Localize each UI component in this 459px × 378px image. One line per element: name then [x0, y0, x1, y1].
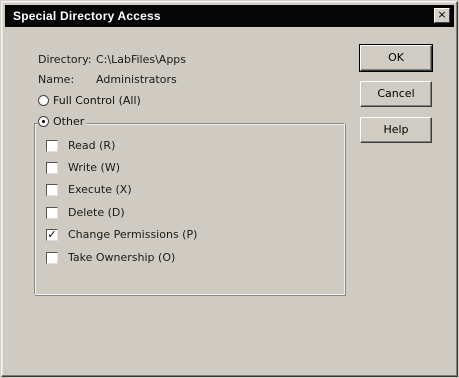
full-control-label: Full Control (All): [53, 94, 141, 107]
cancel-button[interactable]: Cancel: [360, 81, 432, 107]
name-row: Name: Administrators: [38, 73, 177, 86]
other-radio[interactable]: Other: [38, 115, 88, 128]
permission-execute-checkbox[interactable]: Execute (X): [46, 183, 132, 196]
permission-label: Execute (X): [68, 183, 132, 196]
other-label: Other: [53, 115, 85, 128]
title-bar[interactable]: Special Directory Access ×: [5, 5, 454, 27]
name-label: Name:: [38, 73, 75, 86]
ok-button[interactable]: OK: [359, 44, 433, 72]
directory-row: Directory: C:\LabFiles\Apps: [38, 53, 186, 66]
directory-label: Directory:: [38, 53, 92, 66]
close-icon: ×: [437, 8, 447, 21]
permission-delete-checkbox[interactable]: Delete (D): [46, 206, 125, 219]
permission-label: Write (W): [68, 161, 120, 174]
checkbox-icon: [46, 183, 58, 196]
permission-label: Delete (D): [68, 206, 125, 219]
permission-read-checkbox[interactable]: Read (R): [46, 139, 115, 152]
directory-value: C:\LabFiles\Apps: [96, 53, 187, 66]
special-directory-access-dialog: Special Directory Access × Directory: C:\…: [1, 1, 458, 377]
checkbox-icon: [46, 139, 58, 152]
permission-change-permissions-checkbox[interactable]: ✓ Change Permissions (P): [46, 228, 197, 241]
dialog-title: Special Directory Access: [13, 9, 161, 23]
checkmark-icon: ✓: [46, 227, 58, 241]
close-button[interactable]: ×: [434, 8, 450, 23]
checkbox-icon: [46, 206, 58, 219]
checkbox-icon: [46, 161, 58, 174]
permission-label: Read (R): [68, 139, 116, 152]
help-button[interactable]: Help: [360, 117, 432, 143]
permission-write-checkbox[interactable]: Write (W): [46, 161, 120, 174]
permission-label: Take Ownership (O): [68, 251, 176, 264]
full-control-radio-icon: [38, 95, 49, 106]
checkbox-icon: [46, 251, 58, 264]
permission-label: Change Permissions (P): [68, 228, 198, 241]
permission-take-ownership-checkbox[interactable]: Take Ownership (O): [46, 251, 175, 264]
other-radio-icon: [38, 116, 49, 127]
name-value: Administrators: [96, 73, 177, 86]
full-control-radio[interactable]: Full Control (All): [38, 94, 141, 107]
